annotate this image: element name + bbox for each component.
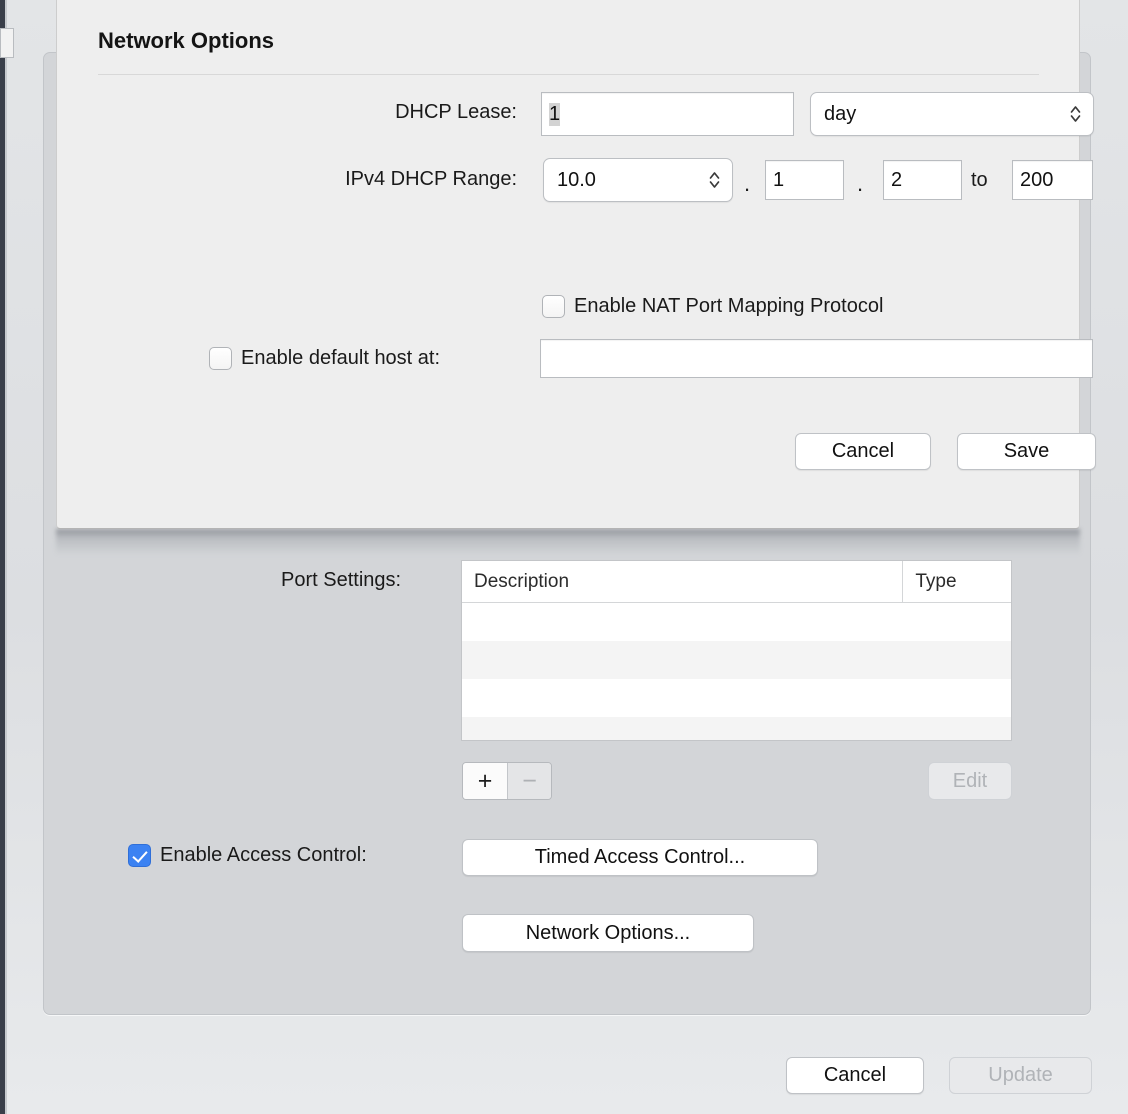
chevron-updown-icon [709, 172, 720, 188]
column-header-description[interactable]: Description [462, 561, 902, 602]
background-window-edge-highlight [5, 0, 7, 1114]
sheet-save-button[interactable]: Save [957, 433, 1096, 470]
edit-button: Edit [928, 762, 1012, 800]
chevron-updown-icon [1070, 106, 1081, 122]
enable-nat-port-mapping-row[interactable]: Enable NAT Port Mapping Protocol [542, 295, 883, 318]
dhcp-lease-unit-value: day [824, 102, 857, 125]
timed-access-control-button[interactable]: Timed Access Control... [462, 839, 818, 876]
port-settings-label: Port Settings: [281, 569, 402, 591]
enable-default-host-label: Enable default host at: [241, 347, 441, 369]
dhcp-lease-input[interactable]: 1 [541, 92, 794, 136]
enable-nat-port-mapping-label: Enable NAT Port Mapping Protocol [574, 295, 884, 317]
port-settings-table[interactable]: Description Type [461, 560, 1012, 741]
enable-nat-port-mapping-checkbox[interactable] [542, 295, 565, 318]
table-row[interactable] [462, 679, 1011, 717]
add-port-button[interactable]: + [463, 763, 507, 799]
dhcp-lease-unit-popup[interactable]: day [810, 92, 1094, 136]
enable-default-host-row[interactable]: Enable default host at: [209, 347, 440, 370]
ipv4-octet2-input[interactable]: 1 [765, 160, 844, 200]
network-options-button[interactable]: Network Options... [462, 914, 754, 952]
sheet-title: Network Options [98, 28, 275, 53]
default-host-input[interactable] [540, 339, 1093, 378]
window-update-button: Update [949, 1057, 1092, 1094]
table-row[interactable] [462, 641, 1011, 679]
ipv4-octet1-value: 10.0 [557, 168, 596, 191]
table-row[interactable] [462, 717, 1011, 740]
dhcp-lease-label: DHCP Lease: [395, 101, 517, 123]
network-options-sheet: Network Options DHCP Lease: 1 day IPv4 D… [56, 0, 1096, 529]
ipv4-octet4-input[interactable]: 200 [1012, 160, 1093, 200]
table-row[interactable] [462, 603, 1011, 641]
dhcp-lease-value: 1 [549, 102, 561, 126]
window-cancel-button[interactable]: Cancel [786, 1057, 924, 1094]
ipv4-separator-dot: . [744, 171, 751, 196]
ipv4-separator-dot: . [857, 171, 864, 196]
sheet-cancel-button[interactable]: Cancel [795, 433, 931, 470]
enable-access-control-checkbox[interactable] [128, 844, 151, 867]
ipv4-dhcp-range-label: IPv4 DHCP Range: [345, 168, 517, 190]
ipv4-range-to-label: to [971, 169, 988, 191]
remove-port-button: − [506, 763, 551, 799]
ipv4-octet3-input[interactable]: 2 [883, 160, 962, 200]
enable-default-host-checkbox[interactable] [209, 347, 232, 370]
ipv4-octet1-combo[interactable]: 10.0 [543, 158, 733, 202]
sheet-title-divider [98, 74, 1039, 75]
background-window-control-sliver [0, 28, 14, 58]
add-remove-segmented-control[interactable]: + − [462, 762, 552, 800]
enable-access-control-label: Enable Access Control: [160, 844, 367, 866]
table-header-row: Description Type [462, 561, 1011, 603]
column-header-type[interactable]: Type [902, 561, 1011, 602]
sheet-drop-shadow [56, 529, 1080, 555]
enable-access-control-row[interactable]: Enable Access Control: [128, 844, 367, 867]
